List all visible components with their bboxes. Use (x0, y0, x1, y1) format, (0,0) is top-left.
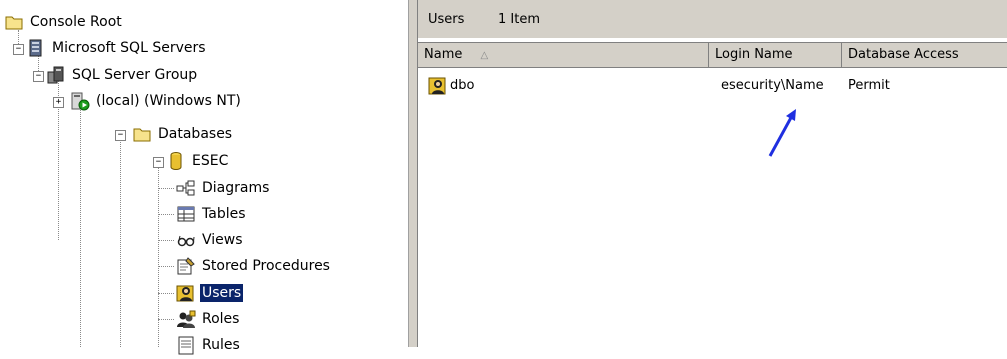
tree-node-users[interactable]: Users (176, 281, 244, 305)
tree-label-stored-procedures: Stored Procedures (202, 258, 330, 274)
tree-label-esec: ESEC (192, 153, 229, 169)
table-icon (176, 204, 196, 224)
server-group-icon (46, 65, 66, 85)
annotation-arrow-icon (768, 109, 796, 157)
pane-splitter[interactable] (408, 0, 418, 347)
user-icon (428, 76, 448, 105)
details-title: Users (428, 12, 465, 27)
tree-node-stored-procedures[interactable]: Stored Procedures (176, 254, 332, 278)
console-tree[interactable]: − − + − − Console Root Microsoft SQL Ser… (0, 0, 408, 355)
database-icon (166, 151, 186, 171)
column-header-row: Name △ Login Name Database Access (418, 42, 1007, 68)
tree-label-local-server: (local) (Windows NT) (96, 93, 241, 109)
glasses-icon (176, 230, 196, 250)
tree-node-server-group[interactable]: SQL Server Group (46, 63, 199, 87)
tree-label-sql-servers: Microsoft SQL Servers (52, 40, 206, 56)
stored-procedure-icon (176, 256, 196, 276)
tree-node-local-server[interactable]: (local) (Windows NT) (70, 89, 243, 113)
tree-label-rules: Rules (202, 337, 240, 353)
tree-node-rules[interactable]: Rules (176, 333, 242, 357)
tree-label-roles: Roles (202, 311, 240, 327)
column-header-login-name[interactable]: Login Name (709, 43, 842, 67)
server-icon (26, 38, 46, 58)
folder-icon (4, 12, 24, 32)
expand-local-server[interactable]: + (53, 97, 64, 108)
column-header-name-label: Name (424, 47, 463, 62)
item-count: 1 Item (498, 12, 540, 27)
details-header: Users 1 Item (418, 0, 1007, 38)
diagram-icon (176, 178, 196, 198)
table-row[interactable]: dbo esecurity\Name Permit (418, 74, 1007, 98)
column-header-login-name-label: Login Name (715, 47, 793, 62)
tree-node-diagrams[interactable]: Diagrams (176, 176, 271, 200)
collapse-sql-servers[interactable]: − (13, 44, 24, 55)
tree-node-sql-servers[interactable]: Microsoft SQL Servers (26, 36, 208, 60)
cell-database-access: Permit (848, 78, 890, 93)
column-header-name[interactable]: Name △ (418, 43, 709, 67)
tree-node-views[interactable]: Views (176, 228, 245, 252)
column-header-database-access-label: Database Access (848, 47, 959, 62)
rules-icon (176, 335, 196, 355)
tree-label-server-group: SQL Server Group (72, 67, 198, 83)
roles-icon (176, 309, 196, 329)
tree-label-users: Users (200, 284, 244, 302)
collapse-databases[interactable]: − (115, 130, 126, 141)
cell-name: dbo (450, 78, 475, 93)
collapse-server-group[interactable]: − (33, 71, 44, 82)
cell-login-name: esecurity\Name (721, 78, 824, 93)
tree-label-views: Views (202, 232, 243, 248)
users-icon (176, 283, 196, 303)
tree-node-tables[interactable]: Tables (176, 202, 248, 226)
tree-label-console-root: Console Root (30, 14, 122, 30)
details-pane: Users 1 Item Name △ Login Name Database … (418, 0, 1007, 347)
sort-ascending-icon: △ (480, 50, 489, 61)
collapse-esec[interactable]: − (153, 157, 164, 168)
tree-node-esec[interactable]: ESEC (166, 149, 230, 173)
tree-node-console-root[interactable]: Console Root (4, 10, 124, 34)
tree-label-tables: Tables (202, 206, 246, 222)
server-running-icon (70, 91, 90, 111)
tree-label-databases: Databases (158, 126, 233, 142)
tree-label-diagrams: Diagrams (202, 180, 270, 196)
folder-icon (132, 124, 152, 144)
tree-node-roles[interactable]: Roles (176, 307, 241, 331)
tree-node-databases[interactable]: Databases (132, 122, 234, 146)
column-header-database-access[interactable]: Database Access (842, 43, 1007, 67)
